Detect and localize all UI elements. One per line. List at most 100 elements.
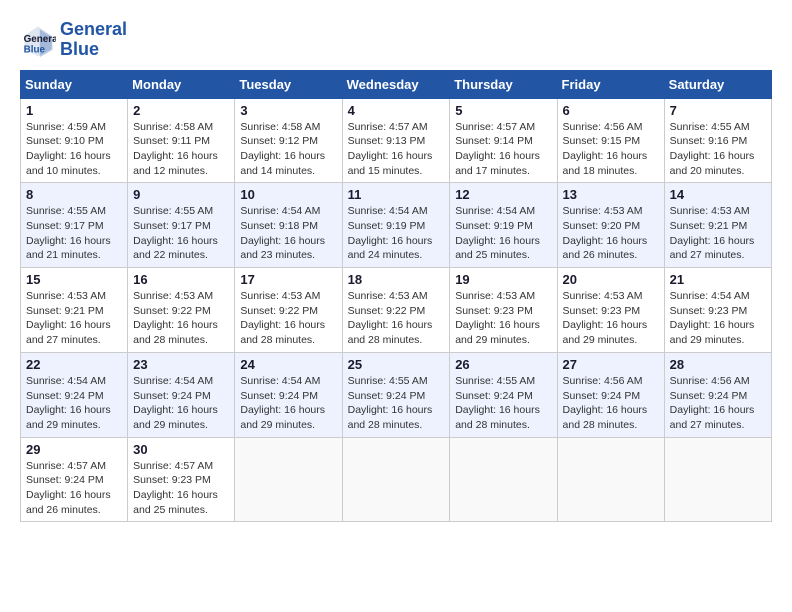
calendar-cell: 15 Sunrise: 4:53 AMSunset: 9:21 PMDayligh… — [21, 268, 128, 353]
day-number: 28 — [670, 357, 766, 372]
day-number: 9 — [133, 187, 229, 202]
calendar-cell — [664, 437, 771, 522]
header-monday: Monday — [128, 70, 235, 98]
calendar-cell: 14 Sunrise: 4:53 AMSunset: 9:21 PMDayligh… — [664, 183, 771, 268]
calendar-cell: 20 Sunrise: 4:53 AMSunset: 9:23 PMDayligh… — [557, 268, 664, 353]
calendar-cell — [557, 437, 664, 522]
day-info: Sunrise: 4:54 AMSunset: 9:19 PMDaylight:… — [348, 204, 445, 263]
calendar-cell: 19 Sunrise: 4:53 AMSunset: 9:23 PMDayligh… — [450, 268, 557, 353]
day-info: Sunrise: 4:58 AMSunset: 9:12 PMDaylight:… — [240, 120, 336, 179]
logo-icon: General Blue — [20, 22, 56, 58]
day-number: 1 — [26, 103, 122, 118]
calendar-cell: 17 Sunrise: 4:53 AMSunset: 9:22 PMDayligh… — [235, 268, 342, 353]
day-info: Sunrise: 4:57 AMSunset: 9:14 PMDaylight:… — [455, 120, 551, 179]
header-friday: Friday — [557, 70, 664, 98]
calendar-week-1: 1Sunrise: 4:59 AMSunset: 9:10 PMDaylight… — [21, 98, 772, 183]
calendar-cell: 28 Sunrise: 4:56 AMSunset: 9:24 PMDayligh… — [664, 352, 771, 437]
day-info: Sunrise: 4:54 AMSunset: 9:24 PMDaylight:… — [240, 374, 336, 433]
calendar-cell: 22 Sunrise: 4:54 AMSunset: 9:24 PMDayligh… — [21, 352, 128, 437]
day-info: Sunrise: 4:57 AMSunset: 9:24 PMDaylight:… — [26, 459, 122, 518]
calendar-cell: 16Sunrise: 4:53 AMSunset: 9:22 PMDayligh… — [128, 268, 235, 353]
calendar-cell: 27 Sunrise: 4:56 AMSunset: 9:24 PMDayligh… — [557, 352, 664, 437]
header: General Blue General Blue — [20, 20, 772, 60]
header-saturday: Saturday — [664, 70, 771, 98]
day-number: 26 — [455, 357, 551, 372]
logo: General Blue General Blue — [20, 20, 127, 60]
calendar-cell: 23Sunrise: 4:54 AMSunset: 9:24 PMDayligh… — [128, 352, 235, 437]
day-number: 13 — [563, 187, 659, 202]
day-number: 25 — [348, 357, 445, 372]
day-info: Sunrise: 4:53 AMSunset: 9:22 PMDaylight:… — [240, 289, 336, 348]
calendar-cell: 30 Sunrise: 4:57 AMSunset: 9:23 PMDayligh… — [128, 437, 235, 522]
header-tuesday: Tuesday — [235, 70, 342, 98]
calendar-cell: 29 Sunrise: 4:57 AMSunset: 9:24 PMDayligh… — [21, 437, 128, 522]
calendar-cell: 9 Sunrise: 4:55 AMSunset: 9:17 PMDaylight… — [128, 183, 235, 268]
day-number: 20 — [563, 272, 659, 287]
day-number: 24 — [240, 357, 336, 372]
calendar-cell: 24 Sunrise: 4:54 AMSunset: 9:24 PMDayligh… — [235, 352, 342, 437]
day-info: Sunrise: 4:55 AMSunset: 9:24 PMDaylight:… — [348, 374, 445, 433]
day-number: 5 — [455, 103, 551, 118]
calendar-cell: 12 Sunrise: 4:54 AMSunset: 9:19 PMDayligh… — [450, 183, 557, 268]
calendar-week-4: 22 Sunrise: 4:54 AMSunset: 9:24 PMDayligh… — [21, 352, 772, 437]
calendar-cell: 3 Sunrise: 4:58 AMSunset: 9:12 PMDaylight… — [235, 98, 342, 183]
calendar-cell: 2 Sunrise: 4:58 AMSunset: 9:11 PMDaylight… — [128, 98, 235, 183]
day-info: Sunrise: 4:56 AMSunset: 9:15 PMDaylight:… — [563, 120, 659, 179]
day-number: 7 — [670, 103, 766, 118]
header-wednesday: Wednesday — [342, 70, 450, 98]
calendar-week-5: 29 Sunrise: 4:57 AMSunset: 9:24 PMDayligh… — [21, 437, 772, 522]
day-number: 29 — [26, 442, 122, 457]
calendar-cell — [342, 437, 450, 522]
day-info: Sunrise: 4:57 AMSunset: 9:23 PMDaylight:… — [133, 459, 229, 518]
calendar-cell: 5 Sunrise: 4:57 AMSunset: 9:14 PMDaylight… — [450, 98, 557, 183]
day-number: 18 — [348, 272, 445, 287]
day-info: Sunrise: 4:53 AMSunset: 9:20 PMDaylight:… — [563, 204, 659, 263]
day-number: 14 — [670, 187, 766, 202]
day-info: Sunrise: 4:56 AMSunset: 9:24 PMDaylight:… — [563, 374, 659, 433]
calendar-cell: 11 Sunrise: 4:54 AMSunset: 9:19 PMDayligh… — [342, 183, 450, 268]
day-number: 15 — [26, 272, 122, 287]
day-info: Sunrise: 4:54 AMSunset: 9:24 PMDaylight:… — [133, 374, 229, 433]
day-info: Sunrise: 4:53 AMSunset: 9:21 PMDaylight:… — [670, 204, 766, 263]
day-number: 2 — [133, 103, 229, 118]
day-info: Sunrise: 4:55 AMSunset: 9:24 PMDaylight:… — [455, 374, 551, 433]
day-number: 10 — [240, 187, 336, 202]
calendar-cell: 21Sunrise: 4:54 AMSunset: 9:23 PMDayligh… — [664, 268, 771, 353]
day-number: 19 — [455, 272, 551, 287]
day-info: Sunrise: 4:53 AMSunset: 9:23 PMDaylight:… — [563, 289, 659, 348]
day-info: Sunrise: 4:55 AMSunset: 9:17 PMDaylight:… — [133, 204, 229, 263]
calendar-cell: 7 Sunrise: 4:55 AMSunset: 9:16 PMDaylight… — [664, 98, 771, 183]
calendar-cell: 1Sunrise: 4:59 AMSunset: 9:10 PMDaylight… — [21, 98, 128, 183]
header-sunday: Sunday — [21, 70, 128, 98]
logo-text: General Blue — [60, 20, 127, 60]
day-number: 4 — [348, 103, 445, 118]
day-info: Sunrise: 4:54 AMSunset: 9:18 PMDaylight:… — [240, 204, 336, 263]
day-info: Sunrise: 4:56 AMSunset: 9:24 PMDaylight:… — [670, 374, 766, 433]
day-info: Sunrise: 4:53 AMSunset: 9:22 PMDaylight:… — [133, 289, 229, 348]
calendar-cell: 25 Sunrise: 4:55 AMSunset: 9:24 PMDayligh… — [342, 352, 450, 437]
calendar-cell: 18 Sunrise: 4:53 AMSunset: 9:22 PMDayligh… — [342, 268, 450, 353]
day-number: 27 — [563, 357, 659, 372]
day-info: Sunrise: 4:57 AMSunset: 9:13 PMDaylight:… — [348, 120, 445, 179]
calendar-cell: 26 Sunrise: 4:55 AMSunset: 9:24 PMDayligh… — [450, 352, 557, 437]
day-number: 17 — [240, 272, 336, 287]
calendar-header-row: SundayMondayTuesdayWednesdayThursdayFrid… — [21, 70, 772, 98]
day-number: 22 — [26, 357, 122, 372]
day-info: Sunrise: 4:53 AMSunset: 9:22 PMDaylight:… — [348, 289, 445, 348]
day-number: 11 — [348, 187, 445, 202]
day-number: 3 — [240, 103, 336, 118]
day-number: 12 — [455, 187, 551, 202]
day-info: Sunrise: 4:53 AMSunset: 9:21 PMDaylight:… — [26, 289, 122, 348]
calendar-cell — [450, 437, 557, 522]
day-info: Sunrise: 4:55 AMSunset: 9:16 PMDaylight:… — [670, 120, 766, 179]
day-number: 30 — [133, 442, 229, 457]
day-number: 21 — [670, 272, 766, 287]
calendar-cell: 6Sunrise: 4:56 AMSunset: 9:15 PMDaylight… — [557, 98, 664, 183]
calendar-cell: 10 Sunrise: 4:54 AMSunset: 9:18 PMDayligh… — [235, 183, 342, 268]
calendar-cell: 4 Sunrise: 4:57 AMSunset: 9:13 PMDaylight… — [342, 98, 450, 183]
day-info: Sunrise: 4:53 AMSunset: 9:23 PMDaylight:… — [455, 289, 551, 348]
day-info: Sunrise: 4:54 AMSunset: 9:19 PMDaylight:… — [455, 204, 551, 263]
day-info: Sunrise: 4:58 AMSunset: 9:11 PMDaylight:… — [133, 120, 229, 179]
day-info: Sunrise: 4:54 AMSunset: 9:24 PMDaylight:… — [26, 374, 122, 433]
header-thursday: Thursday — [450, 70, 557, 98]
